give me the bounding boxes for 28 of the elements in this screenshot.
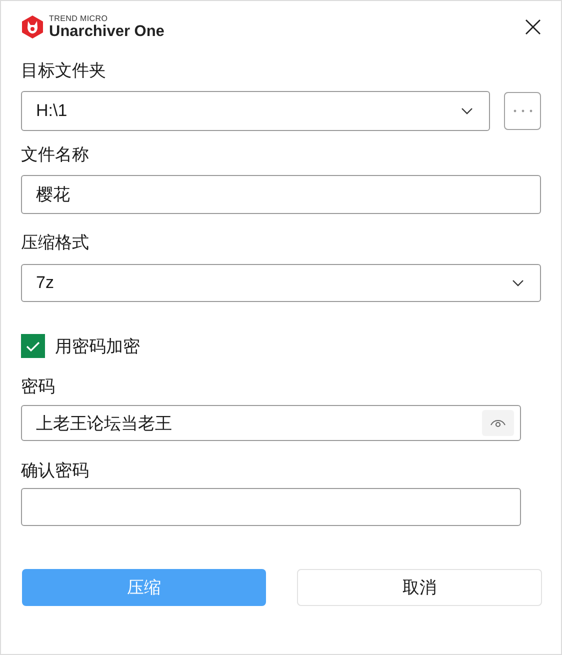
password-field[interactable]: 上老王论坛当老王 bbox=[21, 405, 521, 441]
field-value: 7z bbox=[36, 273, 55, 293]
dropdown-field[interactable]: 7z bbox=[21, 264, 541, 302]
field-value: H:\1 bbox=[36, 101, 68, 121]
field-label: 密码 bbox=[21, 377, 55, 396]
dropdown-field[interactable]: H:\1 bbox=[21, 91, 490, 131]
field-value: 樱花 bbox=[36, 184, 71, 206]
field-label: 文件名称 bbox=[21, 145, 89, 164]
field-label: 压缩格式 bbox=[21, 233, 89, 252]
eye-icon bbox=[490, 418, 506, 428]
app-title: Unarchiver One bbox=[49, 24, 164, 40]
close-button[interactable] bbox=[523, 17, 543, 37]
chevron-down-icon bbox=[461, 107, 474, 115]
logo-icon bbox=[21, 15, 44, 39]
show-password-button[interactable] bbox=[482, 410, 514, 436]
field-value: 上老王论坛当老王 bbox=[36, 412, 173, 434]
cancel-button[interactable]: 取消 bbox=[297, 569, 542, 606]
field-label: 确认密码 bbox=[21, 461, 89, 480]
chevron-down-icon bbox=[512, 279, 524, 287]
check-icon bbox=[26, 340, 40, 352]
close-icon bbox=[525, 19, 541, 35]
checkbox-label: 用密码加密 bbox=[55, 336, 140, 358]
input-field[interactable] bbox=[21, 488, 521, 526]
checkbox[interactable] bbox=[21, 334, 45, 358]
field-label: 目标文件夹 bbox=[21, 61, 106, 80]
brand-label: TREND MICRO bbox=[49, 14, 109, 23]
input-field[interactable]: 樱花 bbox=[21, 175, 541, 214]
browse-button[interactable] bbox=[504, 92, 541, 130]
